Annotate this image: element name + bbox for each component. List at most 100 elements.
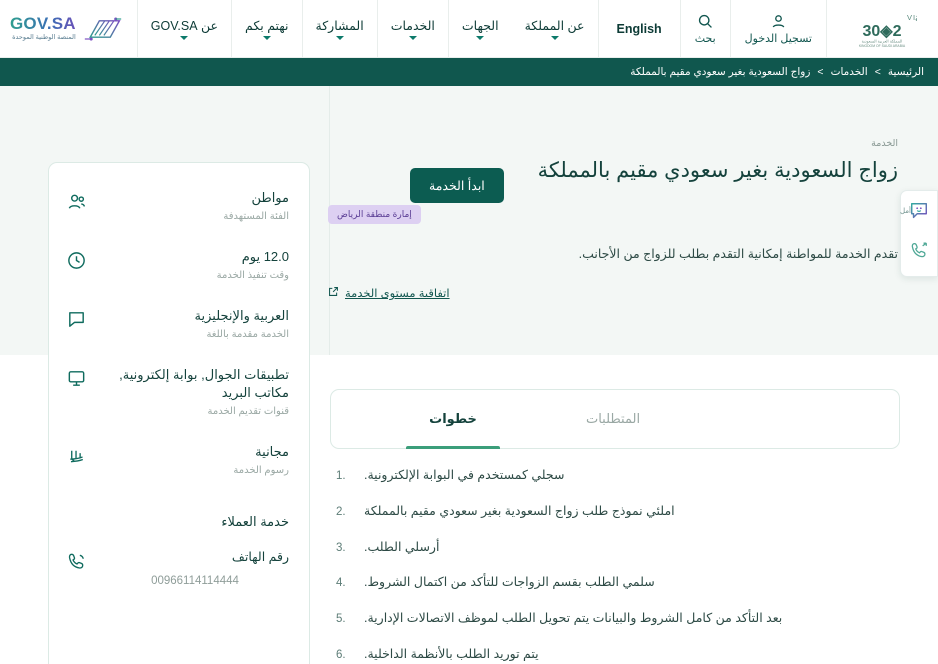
fact-value: العربية والإنجليزية [194, 307, 289, 323]
help-widget: أمل [900, 190, 938, 277]
vision-2030-logo[interactable]: VISION رؤية 2◈30 المملكة العربية السعودي… [826, 0, 933, 57]
step-text: بعد التأكد من كامل الشروط والبيانات يتم … [364, 611, 783, 625]
nav-label: الخدمات [390, 18, 435, 33]
fact-value: تطبيقات الجوال, بوابة إلكترونية, مكاتب ا… [119, 366, 289, 401]
chevron-down-icon [550, 35, 559, 40]
chat-bubble-icon [908, 201, 930, 226]
fact-label: وقت تنفيذ الخدمة [216, 269, 289, 281]
nav-label: عن GOV.SA [150, 18, 219, 33]
brand-subtitle: المنصة الوطنية الموحدة [12, 34, 76, 42]
step-text: أرسلي الطلب. [364, 539, 440, 554]
svg-text:KINGDOM OF SAUDI ARABIA: KINGDOM OF SAUDI ARABIA [859, 44, 906, 48]
language-toggle[interactable]: English [597, 0, 680, 57]
service-description: تقدم الخدمة للمواطنة إمكانية التقدم بطلب… [578, 247, 898, 262]
breadcrumb-item-home[interactable]: الرئيسية [888, 66, 924, 78]
fact-target-audience: مواطن الفئة المستهدفة [65, 189, 289, 222]
fact-fees: مجانية رسوم الخدمة [65, 443, 289, 476]
step-number: 6. [336, 648, 346, 661]
list-item: 4. سلمي الطلب بقسم الزواجات للتأكد من اك… [336, 573, 900, 592]
clock-icon [65, 250, 87, 272]
chat-icon [65, 309, 87, 331]
service-kicker: الخدمة [871, 138, 898, 149]
fact-value: 12.0 يوم [241, 248, 289, 264]
breadcrumb-separator: > [817, 66, 824, 78]
provider-badge: إمارة منطقة الرياض [328, 205, 421, 225]
fact-label: الفئة المستهدفة [223, 210, 289, 222]
step-text: سجلي كمستخدم في البوابة الإلكترونية. [364, 468, 565, 482]
step-text: املئي نموذج طلب زواج السعودية بغير سعودي… [364, 503, 675, 518]
tab-steps[interactable]: خطوات [373, 390, 533, 449]
list-item: 2. املئي نموذج طلب زواج السعودية بغير سع… [336, 502, 900, 521]
nav-item-participation[interactable]: المشاركة [301, 0, 377, 57]
riyal-icon [65, 445, 87, 467]
fact-label: رسوم الخدمة [233, 465, 289, 477]
svg-text:رؤية: رؤية [915, 13, 917, 24]
nav-label: المشاركة [315, 18, 364, 33]
svg-text:المملكة العربية السعودية: المملكة العربية السعودية [862, 38, 903, 43]
nav-item-about-govsa[interactable]: عن GOV.SA [136, 0, 231, 57]
list-item: 6. يتم توريد الطلب بالأنظمة الداخلية. [336, 645, 900, 664]
list-item: 5. بعد التأكد من كامل الشروط والبيانات ي… [336, 609, 900, 628]
tab-requirements[interactable]: المتطلبات [533, 390, 693, 448]
fact-label: قنوات تقديم الخدمة [207, 406, 290, 418]
chat-assistant-label: أمل [900, 208, 911, 215]
nav-item-services[interactable]: الخدمات [376, 0, 448, 57]
govsa-logo[interactable]: GOV.SA المنصة الوطنية الموحدة [0, 0, 137, 57]
brand-title: GOV.SA [10, 14, 76, 34]
hero-section: الخدمة زواج السعودية بغير سعودي مقيم بال… [328, 86, 938, 355]
phone-label: رقم الهاتف [231, 550, 289, 565]
search-label: بحث [694, 32, 716, 45]
breadcrumb-item-services[interactable]: الخدمات [831, 66, 868, 78]
step-text: سلمي الطلب بقسم الزواجات للتأكد من اكتما… [364, 575, 655, 590]
main-nav: عن المملكة الجهات الخدمات المشاركة نهتم … [136, 0, 598, 57]
step-number: 4. [336, 577, 346, 590]
phone-number[interactable]: 00966114114444 [101, 575, 289, 587]
list-item: 1. سجلي كمستخدم في البوابة الإلكترونية. [336, 466, 900, 485]
govsa-logo-icon [83, 15, 123, 43]
customer-service-title: خدمة العملاء [221, 514, 289, 530]
breadcrumb-bar: الرئيسية > الخدمات > زواج السعودية بغير … [0, 58, 938, 86]
page-root: GOV.SA المنصة الوطنية الموحدة عن المملكة… [0, 0, 938, 664]
nav-item-we-care[interactable]: نهتم بكم [231, 0, 302, 57]
breadcrumb-separator: > [874, 66, 881, 78]
list-item: 3. أرسلي الطلب. [336, 538, 900, 557]
step-text: يتم توريد الطلب بالأنظمة الداخلية. [364, 646, 539, 661]
sla-link[interactable]: اتفاقية مستوى الخدمة [345, 286, 450, 300]
chevron-down-icon [335, 35, 344, 40]
start-service-button[interactable]: ابدأ الخدمة [410, 168, 504, 203]
fact-value: مواطن [251, 190, 289, 205]
fact-label: الخدمة مقدمة باللغة [206, 328, 289, 340]
phone-icon [65, 550, 87, 572]
fact-processing-time: 12.0 يوم وقت تنفيذ الخدمة [65, 248, 289, 281]
call-back-button[interactable] [904, 237, 934, 267]
step-number: 1. [336, 470, 346, 482]
step-number: 5. [336, 613, 346, 625]
login-label: تسجيل الدخول [744, 32, 812, 45]
content-tabs: خطوات المتطلبات [330, 389, 900, 449]
svg-text:2◈30: 2◈30 [862, 23, 901, 40]
chat-assistant-button[interactable]: أمل [900, 198, 934, 228]
nav-item-entities[interactable]: الجهات [447, 0, 512, 57]
chevron-down-icon [180, 35, 189, 40]
customer-service-phone: رقم الهاتف 00966114114444 [65, 548, 289, 587]
search-icon [697, 13, 714, 30]
steps-list: 1. سجلي كمستخدم في البوابة الإلكترونية. … [330, 466, 900, 664]
fact-value: مجانية [255, 444, 289, 460]
fact-languages: العربية والإنجليزية الخدمة مقدمة باللغة [65, 307, 289, 340]
site-header: GOV.SA المنصة الوطنية الموحدة عن المملكة… [0, 0, 938, 58]
chevron-down-icon [262, 35, 271, 40]
users-icon [65, 191, 87, 213]
step-number: 3. [336, 541, 346, 554]
nav-item-about-kingdom[interactable]: عن المملكة [512, 0, 598, 57]
monitor-icon [65, 368, 87, 390]
nav-label: عن المملكة [524, 18, 585, 33]
nav-label: نهتم بكم [245, 18, 289, 33]
login-button[interactable]: تسجيل الدخول [729, 0, 826, 57]
nav-label: الجهات [461, 18, 499, 33]
search-button[interactable]: بحث [679, 0, 730, 57]
phone-callback-icon [909, 240, 929, 265]
service-info-card: مواطن الفئة المستهدفة 12.0 يوم وقت تنفيذ… [48, 162, 310, 664]
chevron-down-icon [476, 35, 485, 40]
breadcrumb: الرئيسية > الخدمات > زواج السعودية بغير … [630, 66, 924, 78]
external-link-icon [328, 284, 339, 302]
